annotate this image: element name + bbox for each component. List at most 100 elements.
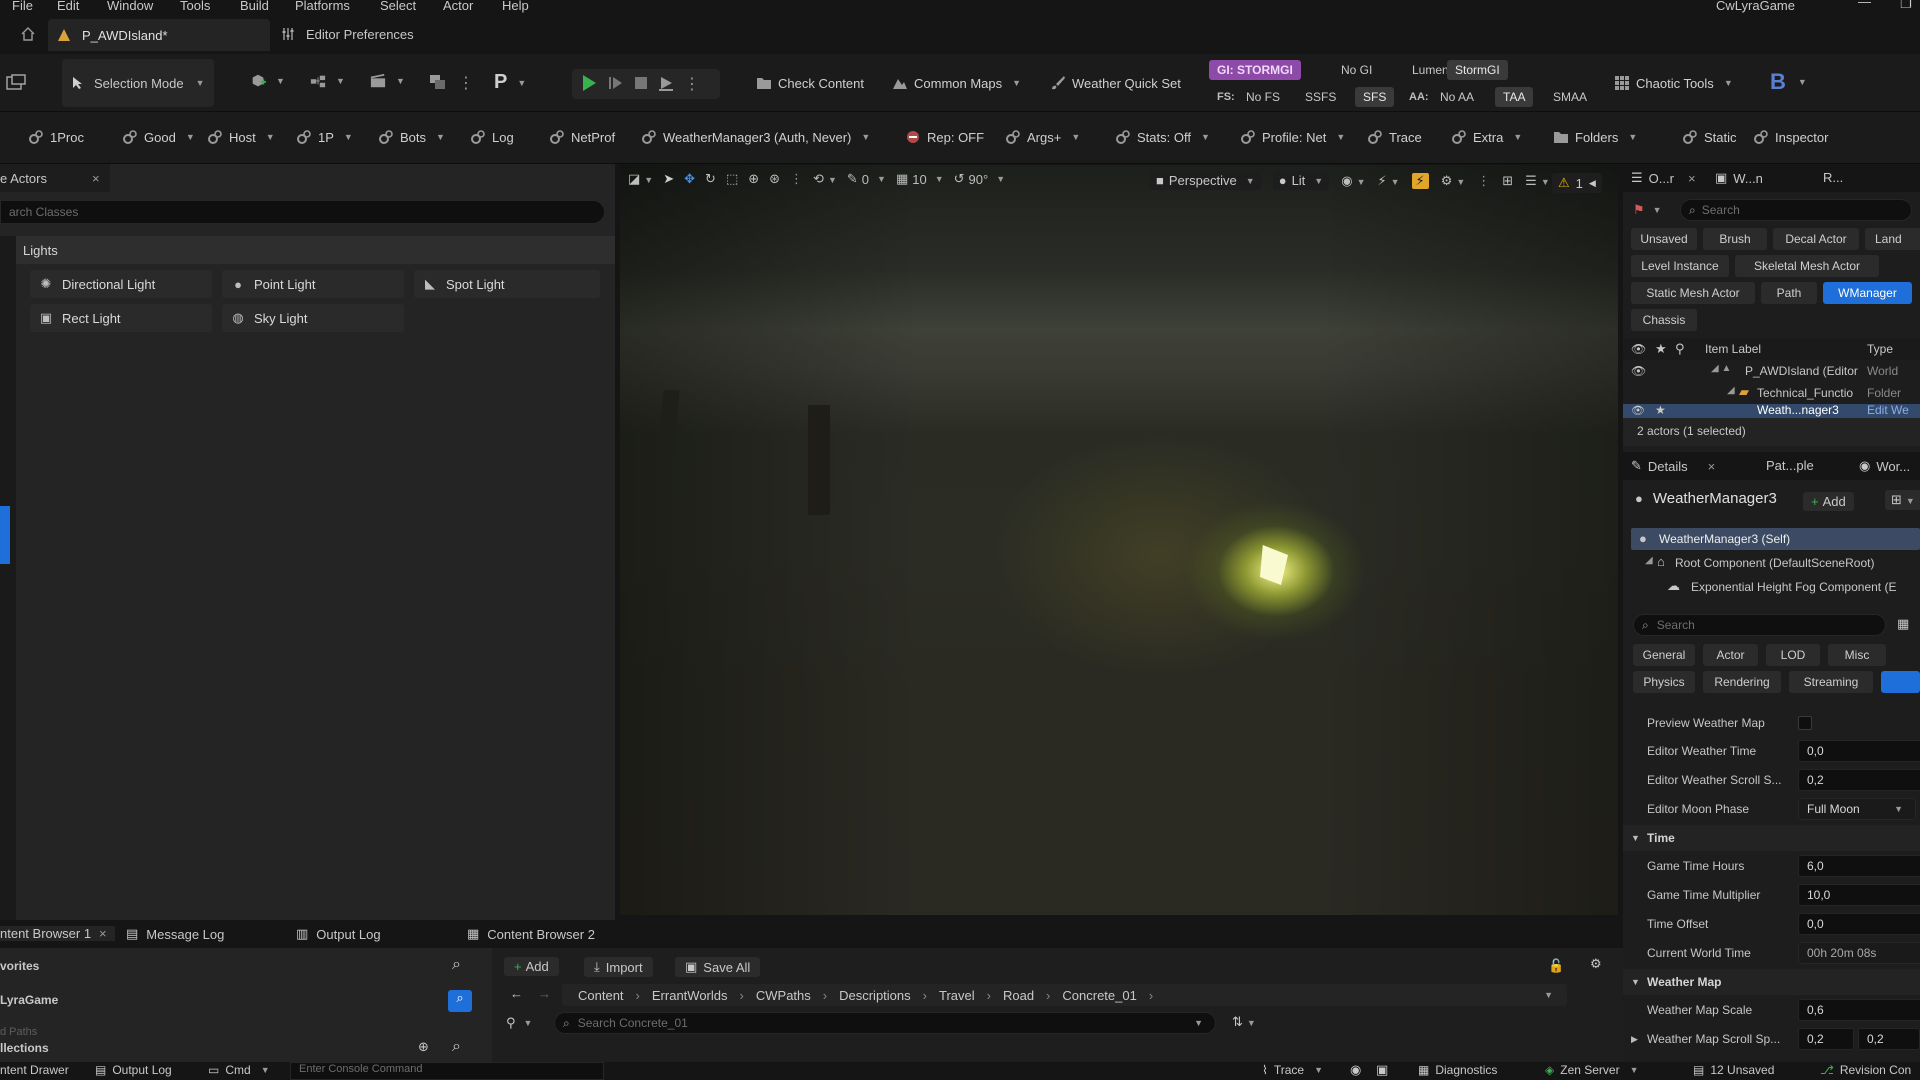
sort-icon[interactable]: ⇅ ▼ (1232, 1014, 1256, 1030)
collections-header[interactable]: llections ⊕ ⌕ (0, 1038, 484, 1060)
plugin-item-8[interactable]: Rep: OFF (905, 129, 984, 145)
editor-weather-scroll-input[interactable]: 0,2 (1798, 769, 1920, 791)
menu-select[interactable]: Select (380, 0, 416, 13)
filter-tab-misc[interactable]: Misc (1828, 644, 1886, 666)
level-tab[interactable]: P_AWDIsland* (48, 19, 270, 51)
fs-option-nofs[interactable]: No FS (1238, 87, 1288, 107)
light-directional[interactable]: ✺ Directional Light (30, 270, 212, 298)
filter-tab-actor[interactable]: Actor (1703, 644, 1758, 666)
outliner-row[interactable]: 👁 ◢ ▲ P_AWDIsland (Editor World (1623, 360, 1920, 382)
column-item-label[interactable]: Item Label (1705, 342, 1761, 356)
menu-actor[interactable]: Actor (443, 0, 473, 13)
scale-tool-icon[interactable]: ⬚ (726, 171, 738, 187)
plugin-item-14[interactable]: Folders ▼ (1553, 129, 1637, 145)
check-content-button[interactable]: Check Content (756, 75, 864, 91)
back-icon[interactable]: ← (510, 986, 523, 1001)
settings-icon[interactable]: ⚙ ▼ (1441, 173, 1466, 189)
select-tool-icon[interactable]: ➤ (663, 171, 674, 187)
breadcrumb-item[interactable]: Descriptions (839, 988, 911, 1003)
settings-icon[interactable]: ⚙ (1590, 956, 1602, 972)
outliner-tab[interactable]: ☰ O...r × (1631, 170, 1696, 186)
content-drawer-button[interactable]: ntent Drawer (0, 1063, 69, 1077)
search-icon[interactable]: ⌕ (452, 1038, 461, 1056)
gi-option-nogi[interactable]: No GI (1333, 60, 1380, 80)
chaotic-tools-button[interactable]: Chaotic Tools ▼ (1614, 75, 1733, 91)
message-log-tab[interactable]: ▤ Message Log (126, 926, 224, 942)
close-icon[interactable]: × (92, 171, 100, 186)
filter-button[interactable]: ⚲ ▼ (506, 1015, 532, 1031)
favorites-header[interactable]: vorites ⌕ (0, 956, 484, 978)
snapshot-icon[interactable]: ▣ (1376, 1062, 1388, 1078)
plugin-item-5[interactable]: Log (470, 129, 514, 145)
place-actors-tab[interactable]: e Actors × (0, 164, 110, 192)
details-tab[interactable]: ✎ Details × (1631, 458, 1715, 474)
import-button[interactable]: ⤓ Import (584, 957, 653, 977)
plugin-item-9[interactable]: Args+ ▼ (1005, 129, 1080, 145)
gi-option-stormgi[interactable]: StormGI (1447, 60, 1508, 80)
platforms-button[interactable]: P ▼ (494, 71, 526, 94)
details-search-input[interactable]: ⌕ Search (1633, 614, 1886, 636)
filter-chip-chassis[interactable]: Chassis (1631, 309, 1697, 331)
light-sky[interactable]: ◍ Sky Light (222, 304, 404, 332)
breadcrumb-item[interactable]: Content (578, 988, 624, 1003)
diagnostics-button[interactable]: ▦ Diagnostics (1418, 1063, 1497, 1077)
hamburger-icon[interactable]: ☰ ▼ (1525, 173, 1550, 189)
filter-tab-all[interactable] (1881, 671, 1920, 693)
b-menu-button[interactable]: B ▼ (1770, 69, 1807, 95)
world-tab[interactable]: ▣ W...n (1715, 170, 1763, 186)
history-dropdown-icon[interactable]: ▼ (1544, 990, 1553, 1000)
game-time-multiplier-input[interactable]: 10,0 (1798, 884, 1920, 906)
editor-weather-time-input[interactable]: 0,0 (1798, 740, 1920, 762)
layers-icon[interactable] (428, 73, 448, 94)
search-icon[interactable]: ⌕ (448, 990, 472, 1012)
fs-option-ssfs[interactable]: SSFS (1297, 87, 1344, 107)
aa-option-smaa[interactable]: SMAA (1545, 87, 1595, 107)
plugin-item-16[interactable]: Inspector (1753, 129, 1828, 145)
content-browser-2-tab[interactable]: ▦ Content Browser 2 (467, 926, 595, 942)
breadcrumb-item[interactable]: Travel (939, 988, 975, 1003)
category-selected-indicator[interactable] (0, 506, 10, 564)
realtime-icon[interactable]: ⚡ (1411, 172, 1429, 189)
outliner-filter-button[interactable]: ⚑ ▼ (1633, 202, 1662, 218)
eject-icon[interactable] (658, 75, 674, 94)
plugin-item-10[interactable]: Stats: Off ▼ (1115, 129, 1210, 145)
content-browser-1-tab[interactable]: ntent Browser 1 × (0, 926, 115, 941)
pat-tab[interactable]: Pat...ple (1766, 458, 1814, 473)
weather-map-scale-input[interactable]: 0,6 (1798, 999, 1920, 1021)
visualizer-icon[interactable]: ⚡ ▼ (1377, 173, 1399, 189)
star-icon[interactable]: ★ (1655, 404, 1666, 417)
aa-option-noaa[interactable]: No AA (1432, 87, 1482, 107)
breadcrumb-item[interactable]: Road (1003, 988, 1034, 1003)
surface-snap-icon[interactable]: ⊛ (769, 171, 780, 187)
breadcrumb-item[interactable]: CWPaths (756, 988, 811, 1003)
save-all-button[interactable]: ▣ Save All (675, 957, 761, 977)
cmd-button[interactable]: ▭ Cmd ▼ (208, 1063, 270, 1077)
zen-server-button[interactable]: ◈ Zen Server ▼ (1545, 1063, 1639, 1077)
light-point[interactable]: ● Point Light (222, 270, 404, 298)
filter-chip-land[interactable]: Land (1865, 228, 1920, 250)
menu-edit[interactable]: Edit (57, 0, 79, 13)
menu-build[interactable]: Build (240, 0, 269, 13)
project-root-header[interactable]: LyraGame ⌕ (0, 990, 484, 1012)
column-type[interactable]: Type (1867, 342, 1893, 356)
close-icon[interactable]: × (1688, 171, 1696, 186)
plugin-item-11[interactable]: Profile: Net ▼ (1240, 129, 1345, 145)
weather-map-scroll-x-input[interactable]: 0,2 (1798, 1028, 1854, 1050)
asset-search-input[interactable]: ⌕ Search Concrete_01 ▼ (554, 1012, 1216, 1034)
light-rect[interactable]: ▣ Rect Light (30, 304, 212, 332)
search-icon[interactable]: ⌕ (452, 956, 461, 974)
plugin-item-6[interactable]: NetProf (549, 129, 615, 145)
level-viewport[interactable]: ◪ ▼ ➤ ✥ ↻ ⬚ ⊕ ⊛ ⋮ ⟲ ▼ ✎ 0 ▼ ▦ 10 ▼ ↺ 90° ▼ ■ Pers… (620, 165, 1618, 915)
plugin-item-1[interactable]: Good ▼ (122, 129, 195, 145)
plugin-item-0[interactable]: 1Proc (28, 129, 84, 145)
add-collection-icon[interactable]: ⊕ (418, 1039, 429, 1055)
snap-rotate-icon[interactable]: ⟲ ▼ (813, 171, 837, 187)
common-maps-button[interactable]: Common Maps ▼ (892, 75, 1021, 91)
lock-icon[interactable]: 🔓 (1548, 958, 1564, 974)
component-fog[interactable]: ☁ Exponential Height Fog Component (E (1631, 576, 1920, 598)
breadcrumb-item[interactable]: Concrete_01 (1062, 988, 1136, 1003)
chevron-right-icon[interactable]: ▶ (1631, 1034, 1638, 1045)
outliner-search-input[interactable]: ⌕ Search (1680, 199, 1912, 221)
unsaved-button[interactable]: ▤ 12 Unsaved (1693, 1063, 1774, 1077)
step-icon[interactable] (608, 75, 624, 94)
